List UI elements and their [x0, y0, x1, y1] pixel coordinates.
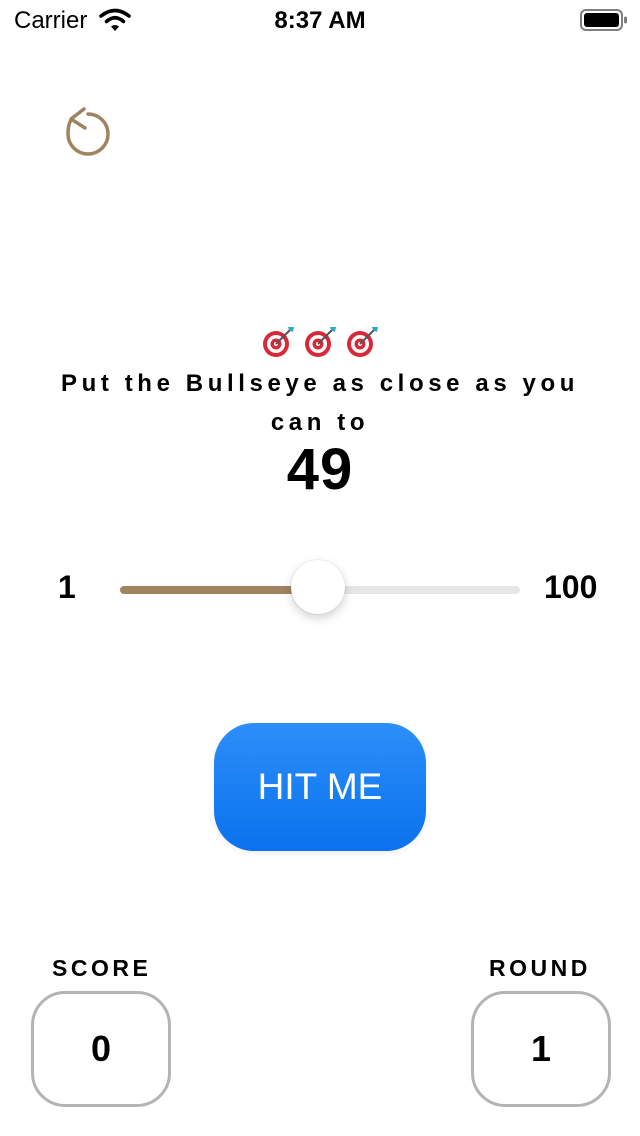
- dart-target-icon: [347, 327, 378, 357]
- status-time: 8:37 AM: [274, 7, 366, 34]
- darts-row: [0, 324, 640, 360]
- instruction-text: Put the Bullseye as close as you can to: [60, 370, 580, 436]
- dart-target-icon: [305, 327, 336, 357]
- target-value: 49: [286, 437, 354, 502]
- status-bar: Carrier 8:37 AM: [0, 0, 640, 40]
- slider-max-label: 100: [544, 569, 598, 605]
- slider-min-label: 1: [58, 569, 76, 605]
- restart-icon: [66, 107, 110, 156]
- battery-icon: [580, 9, 627, 31]
- slider-thumb[interactable]: [291, 560, 346, 614]
- hit-me-button[interactable]: HIT ME: [214, 723, 426, 851]
- score-label: SCORE: [52, 955, 152, 981]
- round-value-box: 1: [471, 991, 611, 1107]
- round-label: ROUND: [489, 955, 591, 981]
- score-value-box: 0: [31, 991, 171, 1107]
- slider-fill: [120, 586, 319, 594]
- dart-target-icon: [263, 327, 294, 357]
- restart-button[interactable]: [60, 100, 116, 162]
